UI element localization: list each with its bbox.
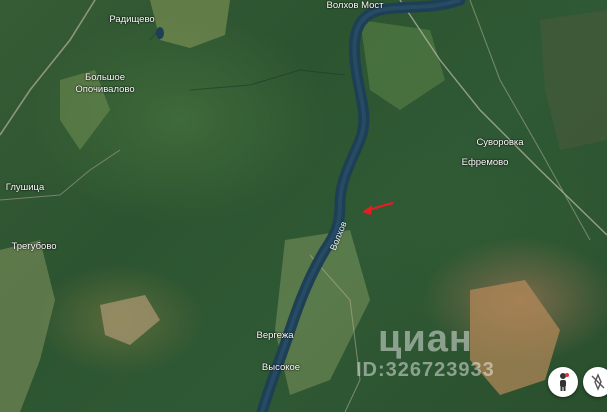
pond bbox=[156, 27, 164, 39]
place-label-efremovo: Ефремово bbox=[461, 157, 509, 168]
field-patch bbox=[150, 0, 230, 48]
compass-button[interactable] bbox=[583, 367, 607, 397]
place-label-volkhov-most: Волхов Мост bbox=[326, 0, 384, 11]
field-patch bbox=[0, 240, 55, 412]
place-label-bolshoe-opochivalovo: Большое Опочивалово bbox=[75, 72, 135, 95]
place-label-suvorovka: Суворовка bbox=[476, 137, 524, 148]
compass-icon bbox=[591, 373, 605, 391]
place-label-radishchevo: Радищево bbox=[109, 14, 155, 25]
satellite-map[interactable]: Радищево Волхов Мост Большое Опочивалово… bbox=[0, 0, 607, 412]
floodplain-fields bbox=[360, 20, 445, 110]
street-view-button[interactable] bbox=[548, 367, 578, 397]
stream bbox=[189, 69, 346, 91]
forest-patch bbox=[540, 10, 607, 150]
map-terrain bbox=[0, 0, 607, 412]
place-label-vergezha: Вергежа bbox=[256, 330, 294, 341]
clearing-patch bbox=[100, 295, 160, 345]
watermark: циан ID:326723933 bbox=[356, 320, 495, 382]
place-label-tregubovo: Трегубово bbox=[11, 241, 57, 252]
location-arrow-marker bbox=[362, 201, 394, 215]
watermark-brand: циан bbox=[378, 318, 473, 360]
pegman-icon bbox=[560, 373, 569, 391]
place-label-glushitsa: Глушица bbox=[5, 182, 45, 193]
watermark-id: ID:326723933 bbox=[356, 359, 495, 381]
place-label-vysokoe: Высокое bbox=[261, 362, 301, 373]
